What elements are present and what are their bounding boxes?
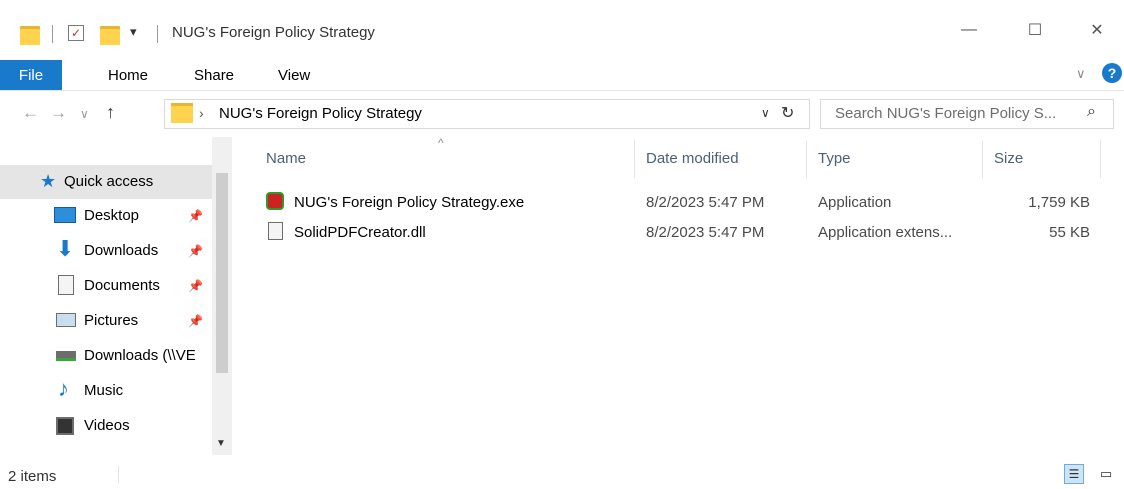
minimize-button[interactable]: — bbox=[946, 10, 992, 50]
table-row[interactable]: NUG's Foreign Policy Strategy.exe 8/2/20… bbox=[260, 190, 1105, 216]
nav-scrollbar[interactable] bbox=[212, 137, 232, 455]
file-size: 55 KB bbox=[1049, 224, 1090, 241]
sidebar-item-music[interactable]: ♪ Music bbox=[18, 374, 218, 408]
close-button[interactable]: ✕ bbox=[1074, 10, 1120, 50]
music-icon: ♪ bbox=[58, 376, 69, 401]
address-dropdown-icon[interactable]: ∨ bbox=[761, 106, 770, 120]
file-date: 8/2/2023 5:47 PM bbox=[646, 224, 765, 241]
dll-icon bbox=[268, 222, 283, 240]
properties-icon[interactable]: ✓ bbox=[68, 25, 84, 41]
sidebar-item-label: Videos bbox=[84, 417, 130, 434]
column-header-date-modified[interactable]: Date modified bbox=[646, 150, 739, 167]
sidebar-item-label: Desktop bbox=[84, 207, 140, 224]
minimize-icon: — bbox=[961, 21, 977, 38]
sidebar-item-label: Documents bbox=[84, 277, 160, 294]
column-divider[interactable] bbox=[634, 140, 635, 178]
column-divider[interactable] bbox=[806, 140, 807, 178]
tab-view[interactable]: View bbox=[278, 61, 310, 89]
separator bbox=[118, 466, 119, 484]
close-icon: ✕ bbox=[1090, 22, 1104, 39]
file-name[interactable]: NUG's Foreign Policy Strategy.exe bbox=[294, 194, 524, 211]
large-icons-view-icon[interactable]: ▭ bbox=[1096, 464, 1116, 484]
column-header-name[interactable]: Name bbox=[266, 150, 306, 167]
ribbon: File Home Share View ∨ ? bbox=[0, 52, 1124, 91]
column-header-type[interactable]: Type bbox=[818, 150, 851, 167]
separator bbox=[157, 25, 158, 43]
nav-scrollbar-thumb[interactable] bbox=[216, 173, 228, 373]
file-type: Application bbox=[818, 194, 892, 211]
exe-icon bbox=[266, 192, 284, 210]
sidebar-item-label: Pictures bbox=[84, 312, 139, 329]
tab-file[interactable]: File bbox=[0, 60, 62, 90]
up-arrow-icon[interactable]: ↑ bbox=[106, 102, 115, 123]
documents-icon bbox=[58, 275, 74, 295]
file-size: 1,759 KB bbox=[1028, 194, 1090, 211]
tab-home[interactable]: Home bbox=[108, 61, 148, 89]
column-divider[interactable] bbox=[982, 140, 983, 178]
window-title: NUG's Foreign Policy Strategy bbox=[172, 24, 375, 41]
details-view-icon[interactable]: ☰ bbox=[1064, 464, 1084, 484]
sidebar-item-desktop[interactable]: Desktop 📌 bbox=[18, 199, 218, 233]
sidebar-item-label: Quick access bbox=[64, 173, 154, 190]
file-type: Application extens... bbox=[818, 224, 953, 241]
sidebar-item-downloads[interactable]: ⬇ Downloads 📌 bbox=[18, 234, 218, 268]
search-input[interactable]: Search NUG's Foreign Policy S... bbox=[835, 105, 1056, 122]
breadcrumb-chevron-icon[interactable]: › bbox=[199, 105, 204, 121]
file-name[interactable]: SolidPDFCreator.dll bbox=[294, 224, 426, 241]
sort-ascending-icon: ^ bbox=[438, 136, 444, 150]
tab-share[interactable]: Share bbox=[194, 61, 234, 89]
address-bar[interactable]: › NUG's Foreign Policy Strategy ∨ ↻ bbox=[164, 99, 810, 129]
pin-icon[interactable]: 📌 bbox=[188, 314, 203, 328]
separator bbox=[52, 25, 53, 43]
column-header-size[interactable]: Size bbox=[994, 150, 1023, 167]
maximize-button[interactable]: ☐ bbox=[1012, 10, 1058, 50]
refresh-icon[interactable]: ↻ bbox=[781, 103, 794, 123]
sidebar-item-label: Downloads bbox=[84, 242, 159, 259]
sidebar-item-quick-access[interactable]: ★ Quick access bbox=[0, 165, 212, 199]
breadcrumb[interactable]: NUG's Foreign Policy Strategy bbox=[219, 105, 422, 122]
desktop-icon bbox=[54, 207, 76, 223]
file-date: 8/2/2023 5:47 PM bbox=[646, 194, 765, 211]
table-row[interactable]: SolidPDFCreator.dll 8/2/2023 5:47 PM App… bbox=[260, 220, 1105, 246]
network-drive-icon bbox=[56, 351, 76, 361]
recent-locations-icon[interactable]: ∨ bbox=[80, 107, 89, 121]
customize-toolbar-icon[interactable]: ▾ bbox=[130, 24, 137, 40]
sidebar-item-label: Downloads (\\VE bbox=[84, 347, 196, 364]
sidebar-item-label: Music bbox=[84, 382, 124, 399]
column-divider[interactable] bbox=[1100, 140, 1101, 178]
scroll-down-icon[interactable]: ▼ bbox=[216, 438, 226, 449]
search-box[interactable]: Search NUG's Foreign Policy S... ⌕ bbox=[820, 99, 1114, 129]
folder-icon bbox=[20, 26, 40, 45]
title-bar: ✓ ▾ NUG's Foreign Policy Strategy — ☐ ✕ bbox=[0, 0, 1124, 52]
maximize-icon: ☐ bbox=[1027, 22, 1043, 39]
pin-icon[interactable]: 📌 bbox=[188, 209, 203, 223]
sidebar-item-pictures[interactable]: Pictures 📌 bbox=[18, 304, 218, 338]
downloads-icon: ⬇ bbox=[56, 236, 75, 261]
item-count: 2 items bbox=[8, 468, 57, 485]
sidebar-item-network-downloads[interactable]: Downloads (\\VE bbox=[18, 339, 218, 373]
help-icon[interactable]: ? bbox=[1102, 63, 1122, 83]
status-bar: 2 items ☰ ▭ bbox=[0, 458, 1124, 489]
search-icon[interactable]: ⌕ bbox=[1087, 103, 1096, 121]
star-icon: ★ bbox=[40, 171, 57, 191]
videos-icon bbox=[56, 417, 74, 435]
pictures-icon bbox=[56, 313, 76, 327]
new-folder-icon[interactable] bbox=[100, 26, 120, 45]
address-row: ← → ∨ ↑ › NUG's Foreign Policy Strategy … bbox=[0, 91, 1124, 137]
sidebar-item-videos[interactable]: Videos bbox=[18, 409, 218, 443]
sidebar-item-documents[interactable]: Documents 📌 bbox=[18, 269, 218, 303]
back-arrow-icon[interactable]: ← bbox=[22, 103, 39, 123]
pin-icon[interactable]: 📌 bbox=[188, 244, 203, 258]
folder-icon bbox=[171, 103, 193, 123]
expand-ribbon-icon[interactable]: ∨ bbox=[1076, 66, 1086, 82]
forward-arrow-icon[interactable]: → bbox=[50, 103, 67, 123]
pin-icon[interactable]: 📌 bbox=[188, 279, 203, 293]
